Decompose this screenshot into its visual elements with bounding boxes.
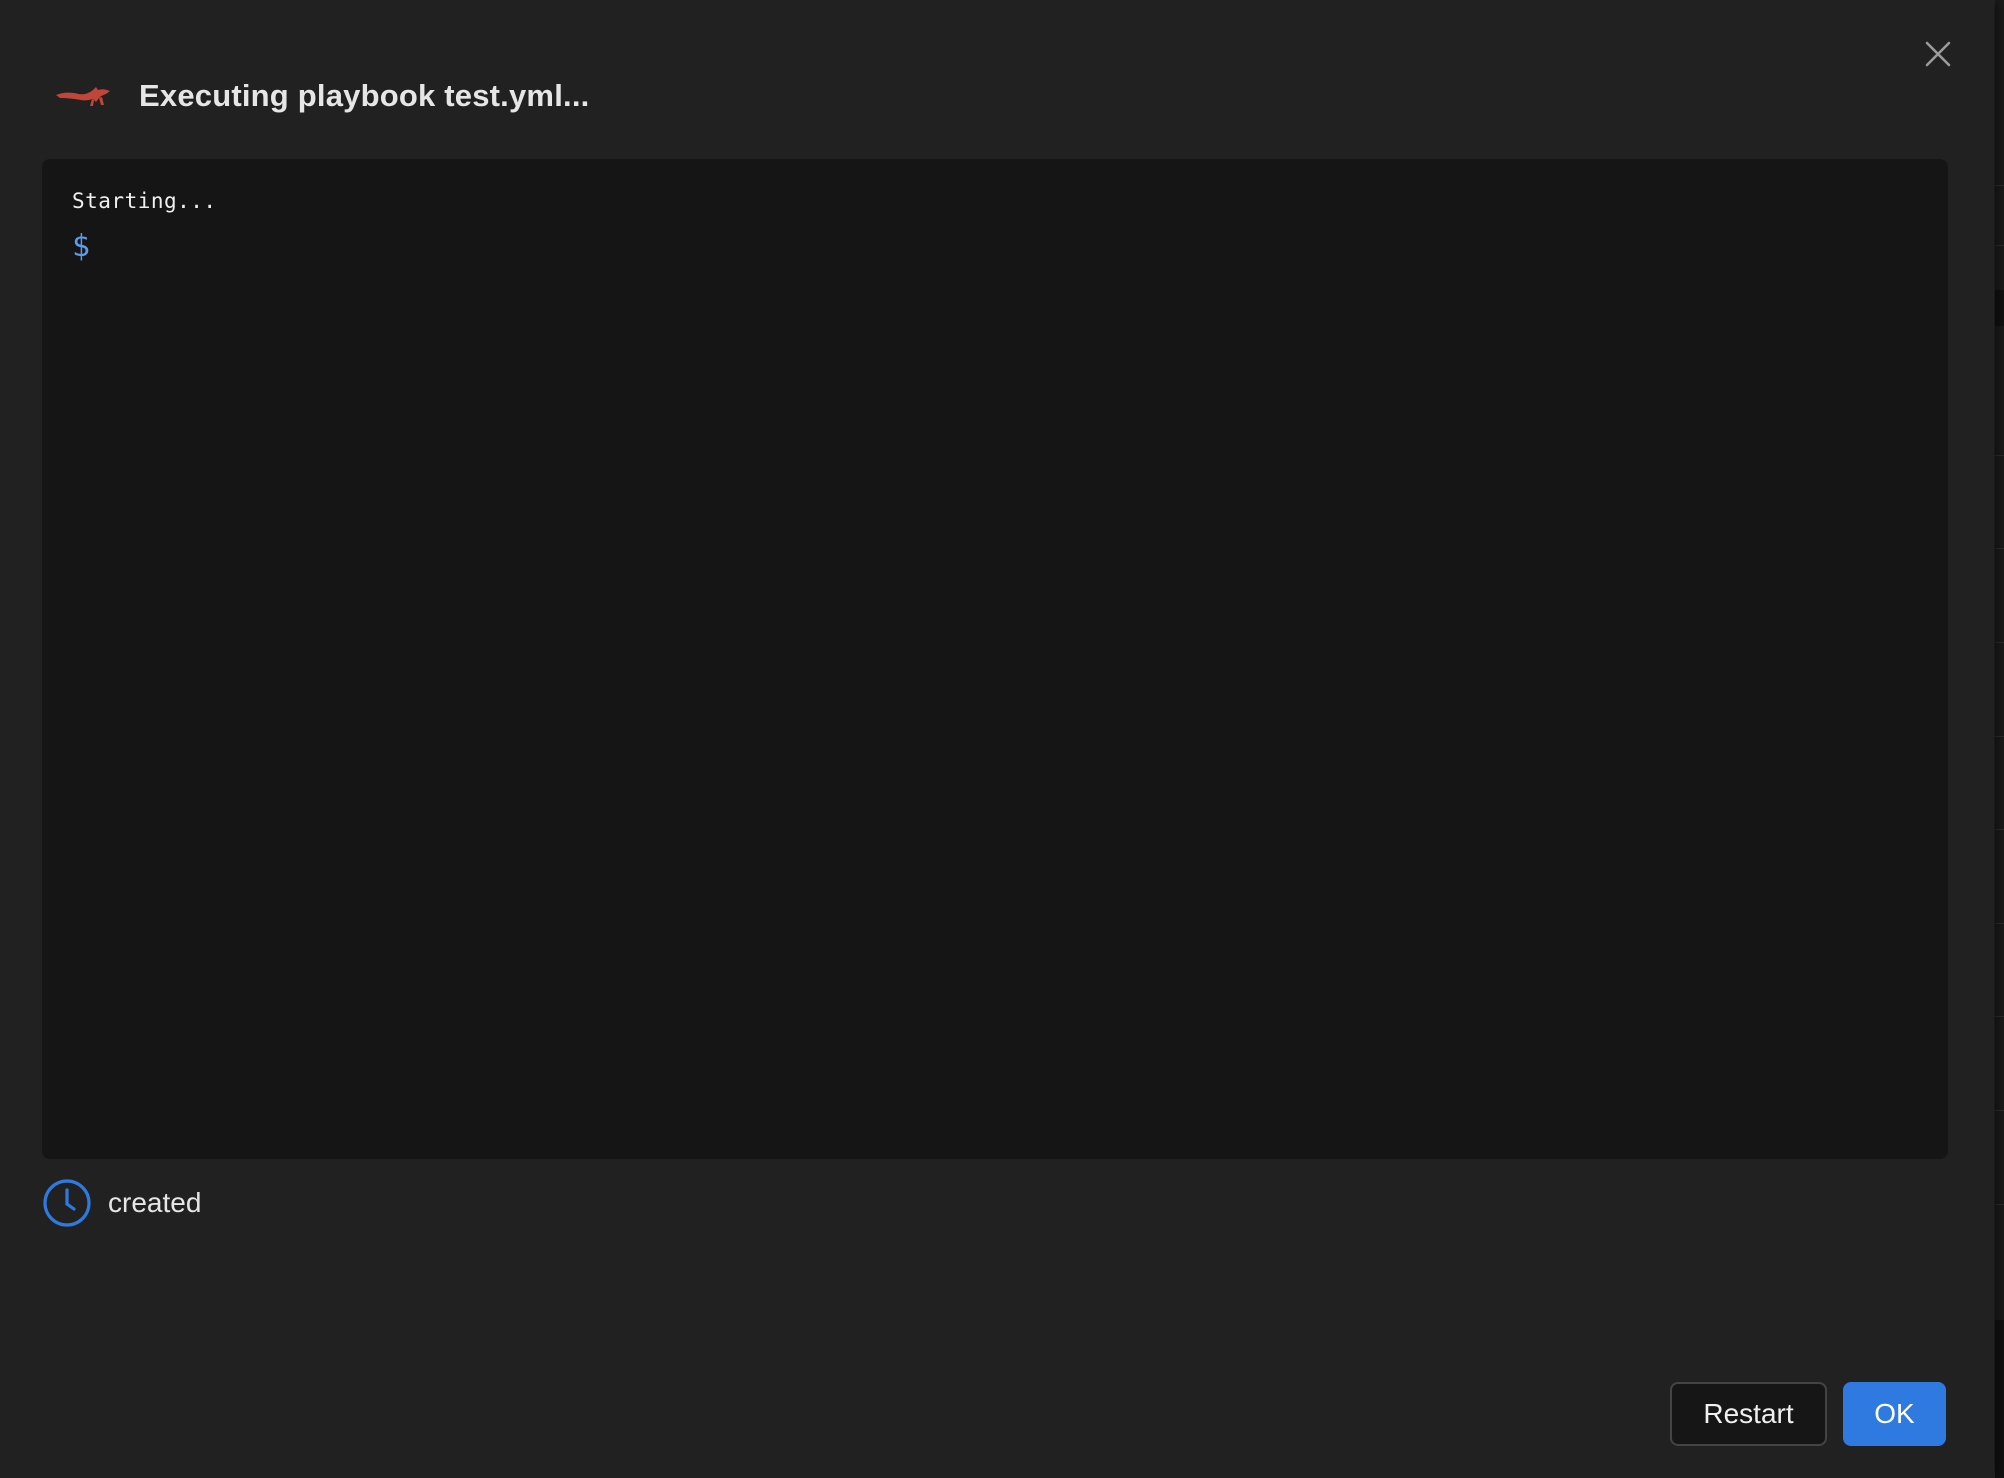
dialog-header: Executing playbook test.yml...	[55, 70, 589, 122]
restart-button[interactable]: Restart	[1670, 1382, 1827, 1446]
terminal-prompt: $	[72, 229, 91, 264]
status-label: created	[108, 1187, 202, 1218]
background-app-edge	[1994, 0, 2004, 1478]
clock-icon	[43, 1179, 91, 1227]
terminal-output[interactable]: Starting... $	[42, 159, 1948, 1159]
close-button[interactable]	[1918, 34, 1958, 74]
ok-button[interactable]: OK	[1843, 1382, 1946, 1446]
terminal-line: Starting...	[72, 189, 217, 213]
red-fox-logo-icon	[56, 87, 110, 106]
close-icon	[1925, 41, 1951, 67]
dialog-title: Executing playbook test.yml...	[139, 78, 590, 113]
task-dialog: Executing playbook test.yml... Starting.…	[0, 0, 1994, 1478]
task-status: created	[42, 1178, 201, 1228]
